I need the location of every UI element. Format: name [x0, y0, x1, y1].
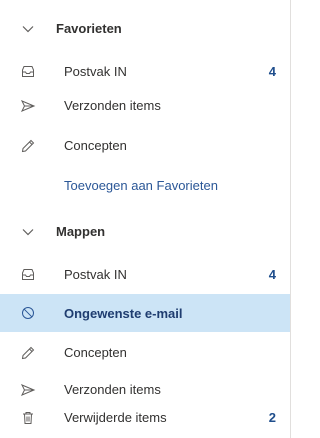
- favorites-item-label: Concepten: [64, 138, 127, 153]
- folders-header-label: Mappen: [56, 224, 106, 239]
- inbox-icon: [20, 64, 36, 80]
- unread-count: 4: [268, 267, 276, 282]
- folder-item-drafts[interactable]: Concepten: [0, 332, 290, 373]
- add-to-favorites-link[interactable]: Toevoegen aan Favorieten: [0, 165, 290, 206]
- blocked-icon: [20, 305, 36, 321]
- chevron-down-icon[interactable]: [20, 224, 36, 240]
- send-icon: [20, 98, 36, 114]
- folder-item-deleted[interactable]: Verwijderde items 2: [0, 397, 290, 438]
- folders-header[interactable]: Mappen: [0, 211, 290, 252]
- favorites-header[interactable]: Favorieten: [0, 8, 290, 49]
- folder-item-inbox[interactable]: Postvak IN 4: [0, 254, 290, 295]
- folder-item-label: Postvak IN: [64, 267, 127, 282]
- folder-item-junk[interactable]: Ongewenste e-mail: [0, 294, 290, 332]
- favorites-item-drafts[interactable]: Concepten: [0, 125, 290, 166]
- send-icon: [20, 382, 36, 398]
- folder-item-label: Verzonden items: [64, 382, 161, 397]
- unread-count: 2: [268, 410, 276, 425]
- pencil-icon: [20, 138, 36, 154]
- favorites-item-sent[interactable]: Verzonden items: [0, 85, 290, 126]
- add-to-favorites-label[interactable]: Toevoegen aan Favorieten: [64, 178, 218, 193]
- folder-item-label: Ongewenste e-mail: [64, 305, 183, 321]
- favorites-header-label: Favorieten: [56, 21, 122, 36]
- favorites-item-label: Verzonden items: [64, 98, 161, 113]
- folder-item-label: Concepten: [64, 345, 127, 360]
- inbox-icon: [20, 267, 36, 283]
- unread-count: 4: [268, 64, 276, 79]
- folder-pane: Favorieten Postvak IN 4 Verzonden items …: [0, 0, 291, 438]
- folder-item-label: Verwijderde items: [64, 410, 167, 425]
- trash-icon: [20, 410, 36, 426]
- favorites-item-label: Postvak IN: [64, 64, 127, 79]
- pencil-icon: [20, 345, 36, 361]
- chevron-down-icon[interactable]: [20, 21, 36, 37]
